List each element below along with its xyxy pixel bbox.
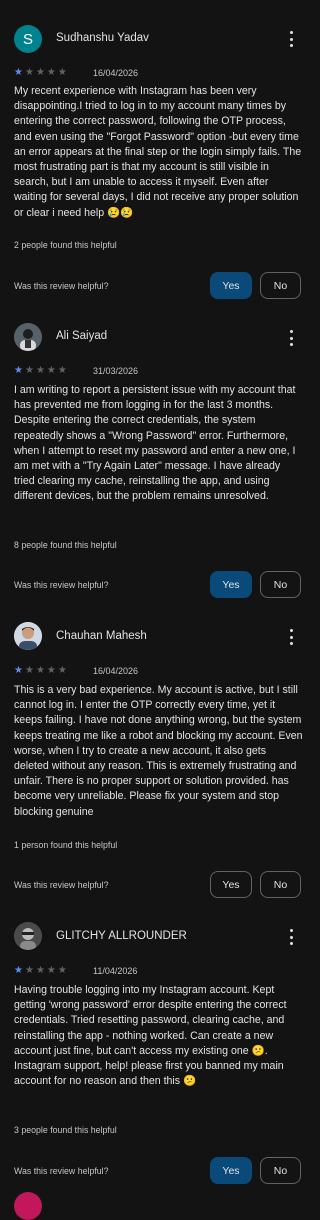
- star-rating: ★ ★ ★ ★ ★: [14, 666, 67, 676]
- profile-photo-icon: [14, 622, 42, 650]
- star-empty-icon: ★: [57, 965, 67, 976]
- star-empty-icon: ★: [35, 67, 45, 78]
- helpful-question: Was this review helpful?: [14, 880, 109, 890]
- no-button[interactable]: No: [260, 871, 301, 898]
- review-text: This is a very bad experience. My accoun…: [14, 684, 303, 818]
- star-rating: ★ ★ ★ ★ ★: [14, 966, 67, 976]
- profile-photo-icon: [14, 323, 42, 351]
- star-empty-icon: ★: [35, 365, 45, 376]
- reviewer-name: Ali Saiyad: [56, 330, 108, 342]
- helpful-count: 3 people found this helpful: [14, 1125, 117, 1135]
- avatar: [14, 922, 42, 950]
- helpful-count: 8 people found this helpful: [14, 540, 117, 550]
- no-button[interactable]: No: [260, 571, 301, 598]
- star-filled-icon: ★: [14, 665, 23, 676]
- star-empty-icon: ★: [35, 965, 45, 976]
- star-empty-icon: ★: [57, 365, 67, 376]
- more-options-icon[interactable]: [284, 329, 298, 347]
- yes-button[interactable]: Yes: [210, 871, 252, 898]
- star-rating: ★ ★ ★ ★ ★: [14, 68, 67, 78]
- reviewer-name: Sudhanshu Yadav: [56, 32, 149, 44]
- review-date: 31/03/2026: [93, 366, 139, 376]
- review-text: My recent experience with Instagram has …: [14, 85, 302, 219]
- review-text: Having trouble logging into my Instagram…: [14, 984, 287, 1088]
- yes-button[interactable]: Yes: [210, 571, 252, 598]
- review-text: I am writing to report a persistent issu…: [14, 384, 296, 503]
- avatar: [14, 323, 42, 351]
- no-button[interactable]: No: [260, 272, 301, 299]
- star-empty-icon: ★: [57, 665, 67, 676]
- yes-button[interactable]: Yes: [210, 272, 252, 299]
- star-empty-icon: ★: [46, 665, 56, 676]
- star-empty-icon: ★: [24, 67, 34, 78]
- more-options-icon[interactable]: [284, 928, 298, 946]
- more-options-icon[interactable]: [284, 628, 298, 646]
- no-button[interactable]: No: [260, 1157, 301, 1184]
- star-filled-icon: ★: [14, 965, 23, 976]
- reviewer-name: Chauhan Mahesh: [56, 630, 147, 642]
- star-empty-icon: ★: [46, 67, 56, 78]
- star-empty-icon: ★: [24, 365, 34, 376]
- star-rating: ★ ★ ★ ★ ★: [14, 366, 67, 376]
- avatar: [14, 622, 42, 650]
- review-date: 11/04/2026: [93, 966, 138, 976]
- star-empty-icon: ★: [57, 67, 67, 78]
- review-date: 16/04/2026: [93, 666, 139, 676]
- profile-photo-icon: [14, 922, 42, 950]
- yes-button[interactable]: Yes: [210, 1157, 252, 1184]
- helpful-count: 1 person found this helpful: [14, 840, 118, 850]
- star-empty-icon: ★: [46, 365, 56, 376]
- star-filled-icon: ★: [14, 67, 23, 78]
- review-date: 16/04/2026: [93, 68, 139, 78]
- helpful-question: Was this review helpful?: [14, 281, 109, 291]
- helpful-count: 2 people found this helpful: [14, 240, 117, 250]
- star-empty-icon: ★: [24, 965, 34, 976]
- avatar: S: [14, 25, 42, 53]
- reviewer-name: GLITCHY ALLROUNDER: [56, 930, 187, 942]
- helpful-question: Was this review helpful?: [14, 580, 109, 590]
- star-empty-icon: ★: [24, 665, 34, 676]
- more-options-icon[interactable]: [284, 30, 298, 48]
- helpful-question: Was this review helpful?: [14, 1166, 109, 1176]
- star-filled-icon: ★: [14, 365, 23, 376]
- avatar: [14, 1192, 42, 1220]
- star-empty-icon: ★: [46, 965, 56, 976]
- star-empty-icon: ★: [35, 665, 45, 676]
